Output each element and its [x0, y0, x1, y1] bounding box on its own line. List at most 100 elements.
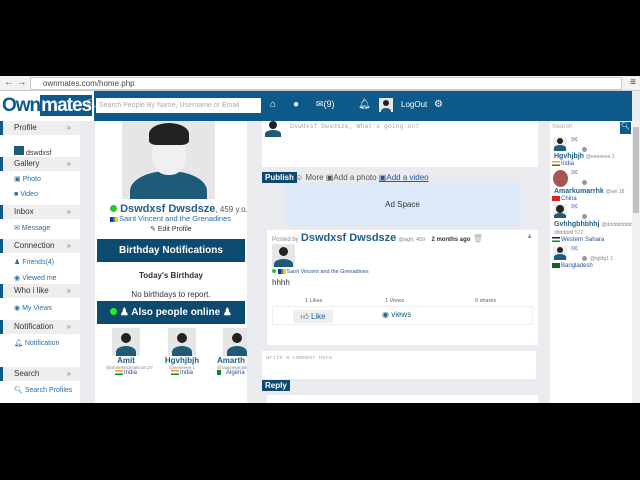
person-country: Algeria	[217, 370, 247, 376]
sidebar-section-who-i-like[interactable]: Who i like»	[0, 284, 80, 298]
address-bar[interactable]: ownmates.com/home.php	[30, 77, 622, 90]
collapse-icon[interactable]: ▲	[526, 233, 533, 240]
sidebar-item-photo[interactable]: ▣ Photo	[14, 175, 41, 183]
section-title: Inbox	[14, 207, 34, 216]
item-label: Friends(4)	[22, 259, 55, 266]
add-video-label: Add a video	[386, 173, 429, 182]
menu-icon[interactable]: ≡	[630, 77, 636, 88]
mail-icon[interactable]: ✉	[571, 168, 578, 177]
logo-mates: mates	[40, 95, 93, 116]
post-card: Posted by Dswdxsf Dwsdsze @agit, 459 2 m…	[267, 230, 538, 345]
section-title: Who i like	[14, 286, 49, 295]
sidebar-item-video[interactable]: ■ Video	[14, 191, 38, 198]
add-photo-button[interactable]: ▣Add a photo	[326, 173, 377, 182]
user-country: Western Sahara	[552, 237, 604, 243]
scrollbar-thumb[interactable]	[633, 127, 639, 213]
person-name: Amarth	[217, 356, 246, 365]
name: Gvhhgbhbhhj	[554, 221, 600, 228]
post-author[interactable]: Dswdxsf Dwsdsze	[301, 232, 396, 244]
user-avatar[interactable]	[379, 98, 393, 112]
views-button[interactable]: ◉ views	[382, 310, 411, 319]
birthday-header: Birthday Notifications	[97, 239, 245, 262]
publish-button[interactable]: Publish	[262, 172, 297, 183]
scrollbar[interactable]	[632, 121, 640, 403]
mail-icon[interactable]: ✉	[571, 135, 578, 144]
sidebar-section-search[interactable]: Search»	[0, 367, 80, 381]
edit-profile-link[interactable]: ✎ Edit Profile	[150, 225, 192, 233]
post-country: Saint Vincent and the Grenadines	[272, 269, 369, 275]
gear-icon[interactable]: ⚙	[434, 99, 443, 110]
sidebar-item-viewed-me[interactable]: ◉ Viewed me	[14, 274, 57, 282]
name: Amarkumarrhk	[554, 188, 604, 195]
next-post-card	[267, 395, 538, 403]
search-icon[interactable]: 🔍︎	[620, 122, 631, 134]
more-button[interactable]: ☺ More	[295, 173, 324, 182]
profile-photo[interactable]	[122, 121, 215, 199]
shares-count: 0 shares	[475, 298, 497, 304]
post-header: Posted by Dswdxsf Dwsdsze @agit, 459 2 m…	[272, 232, 483, 244]
item-label: Photo	[22, 176, 41, 183]
online-person[interactable]: Hgvhjbjh @eeeeeee,1 India	[162, 328, 202, 376]
person-name: Hgvhjbjh	[164, 356, 200, 365]
search-icon: 🔍︎	[86, 99, 97, 108]
page: Ownmates 🔍︎ Search People By Name, Usern…	[0, 91, 640, 403]
feed: Dswdxsf Dwsdsze, What's going on? Publis…	[262, 121, 538, 403]
messages-button[interactable]: ✉(9)	[316, 99, 335, 110]
country-label: India	[561, 161, 575, 168]
item-label: Video	[20, 191, 38, 198]
add-photo-label: Add a photo	[333, 173, 377, 182]
logout-link[interactable]: LogOut	[401, 100, 427, 109]
todays-birthday-label: Today's Birthday	[139, 271, 203, 280]
person-name: Amit	[117, 356, 135, 365]
home-icon[interactable]: ⌂	[270, 99, 276, 110]
bell-icon[interactable]: 🔔︎	[358, 99, 371, 110]
user-name: Gvhhgbhbhhj @ddddddddd ddddddd 572	[554, 221, 634, 237]
search-input[interactable]: Search People By Name, Username or Email	[96, 98, 261, 113]
post-composer[interactable]: Dswdxsf Dwsdsze, What's going on?	[262, 121, 538, 167]
mail-icon[interactable]: ✉	[571, 202, 578, 211]
sidebar-section-notification[interactable]: Notification»	[0, 320, 80, 334]
sidebar-item-search-profiles[interactable]: 🔍︎ Search Profiles	[14, 386, 72, 394]
country-label: Saint Vincent and the Grenadines	[286, 269, 369, 275]
online-title: Also people online	[131, 307, 221, 318]
sidebar-section-gallery[interactable]: Gallery»	[0, 157, 80, 171]
sidebar-section-connection[interactable]: Connection»	[0, 239, 80, 253]
online-users-panel: Search 🔍︎ ✉ Hgvhjbjh @eeeeeee 1 India ✉ …	[550, 121, 632, 403]
country-label: Bangladesh	[561, 263, 593, 270]
user-country: Bangladesh	[552, 263, 593, 269]
sidebar-item-my-views[interactable]: ◉ My Views	[14, 304, 52, 312]
item-label: Message	[21, 225, 51, 232]
globe-icon[interactable]: ●	[293, 99, 299, 110]
like-label: Like	[310, 312, 326, 321]
person-country: India	[162, 370, 202, 376]
comment-input[interactable]: write a comment here	[262, 351, 536, 379]
profile-country: Saint Vincent and the Grenadines	[110, 214, 231, 223]
item-label: dswdxsf	[26, 150, 52, 157]
sidebar-item-friends[interactable]: ♟ Friends(4)	[14, 258, 54, 266]
country-label: Algeria	[226, 370, 245, 377]
comment-placeholder: write a comment here	[266, 355, 333, 361]
item-label: Viewed me	[22, 275, 57, 282]
like-button[interactable]: 👍︎ Like	[293, 310, 333, 323]
reply-button[interactable]: Reply	[262, 380, 290, 391]
online-header: ♟ Also people online ♟	[97, 301, 245, 324]
posted-by-label: Posted by	[272, 237, 299, 243]
sidebar-item-notification[interactable]: 🔔︎ Notification	[14, 339, 59, 347]
sidebar-item-username[interactable]: dswdxsf	[14, 146, 51, 157]
logo[interactable]: Ownmates	[0, 91, 95, 121]
right-search-input[interactable]: Search	[552, 123, 573, 130]
sidebar-section-profile[interactable]: Profile»	[0, 121, 80, 135]
composer-input[interactable]: Dswdxsf Dwsdsze, What's going on?	[290, 122, 419, 130]
trash-icon[interactable]: 🗑︎	[473, 234, 483, 243]
views-label: views	[391, 310, 412, 319]
add-video-button[interactable]: ▣Add a video	[379, 173, 429, 182]
meta: @eeeeeee 1	[585, 154, 615, 160]
mail-icon[interactable]: ✉	[571, 244, 578, 253]
online-person[interactable]: Amarth@rajamegmailcomAlgeria	[217, 328, 247, 376]
country-label: Western Sahara	[561, 237, 605, 244]
online-person[interactable]: Amit @amitelesgmailcom,27 India	[106, 328, 153, 376]
sidebar-item-message[interactable]: ✉ Message	[14, 224, 50, 232]
sidebar-section-inbox[interactable]: Inbox»	[0, 205, 80, 219]
ad-space: Ad Space	[285, 183, 520, 226]
section-title: Connection	[14, 241, 55, 250]
